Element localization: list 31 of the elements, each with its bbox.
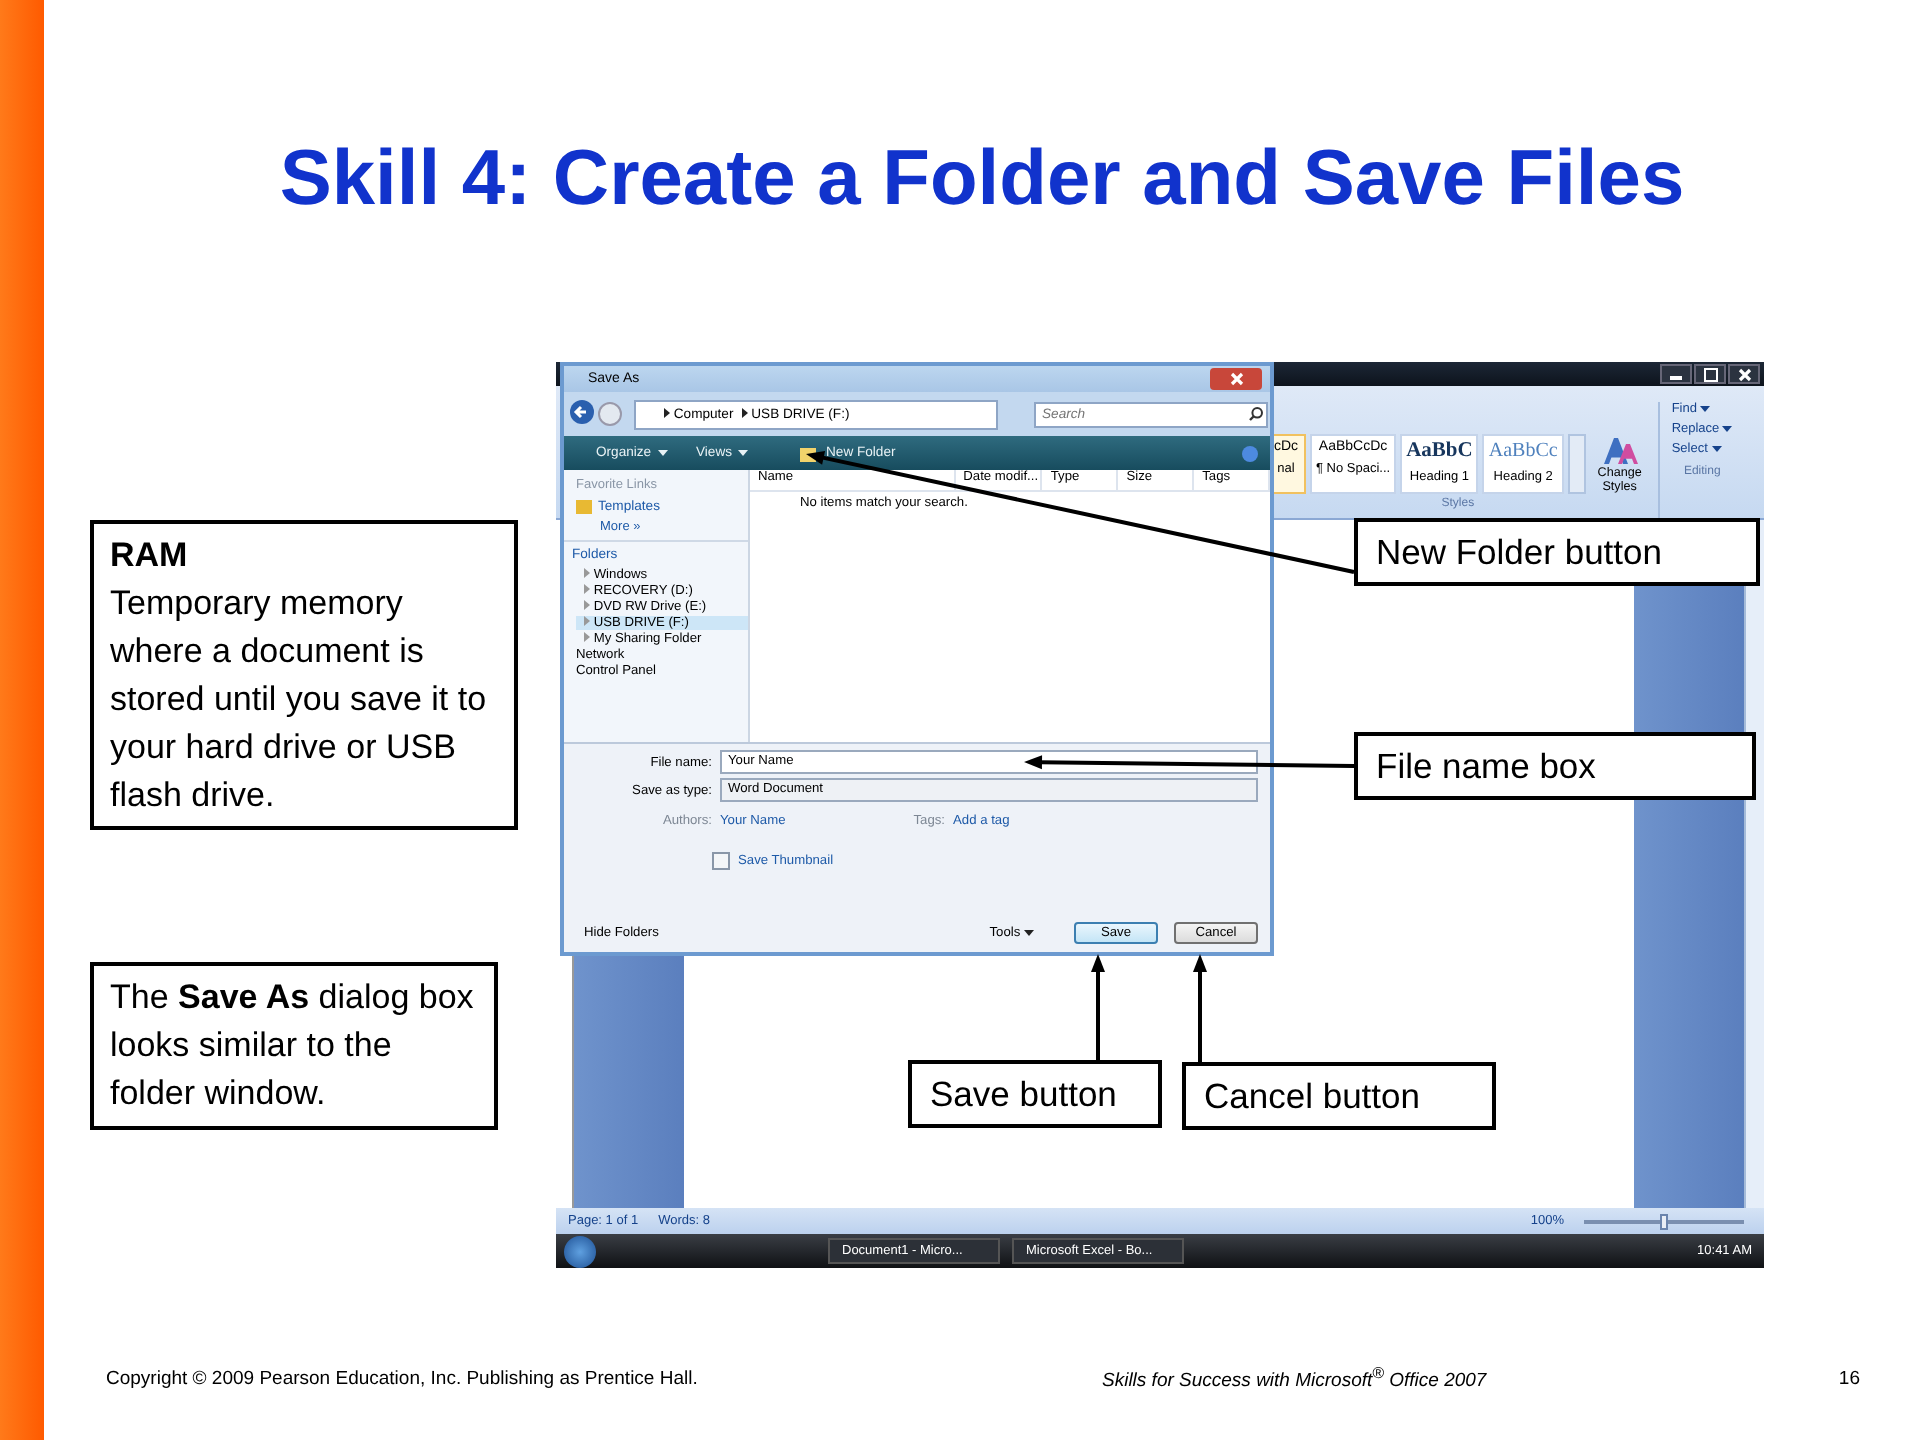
- slide-title: Skill 4: Create a Folder and Save Files: [277, 136, 1687, 224]
- folder-icon: [576, 498, 592, 514]
- caret-icon: [1024, 930, 1034, 936]
- note-box: RAM Temporary memory where a document is stored until you save it to your hard drive or USB flash drive.: [90, 520, 518, 830]
- minimize-icon[interactable]: [1660, 364, 1692, 384]
- callout-label: File name box: [1354, 732, 1756, 800]
- chevron-icon: [664, 407, 670, 417]
- callout-label: Cancel button: [1182, 1062, 1496, 1130]
- callout-arrow: [1091, 954, 1105, 1060]
- callout-arrow: [1193, 954, 1207, 1062]
- note-box: The Save As dialog box looks similar to the folder window.: [90, 962, 498, 1130]
- back-button[interactable]: [570, 400, 594, 428]
- close-button[interactable]: [1728, 364, 1760, 384]
- caret-icon: [1722, 426, 1733, 432]
- caret-icon: [1711, 446, 1722, 452]
- page-number: 16: [1838, 1367, 1860, 1390]
- caret-icon: [738, 450, 749, 456]
- start-button[interactable]: [564, 1235, 596, 1267]
- caret-icon: [657, 450, 668, 456]
- callout-label: New Folder button: [1354, 518, 1760, 586]
- restore-icon[interactable]: [1694, 364, 1726, 384]
- chevron-icon: [741, 407, 748, 417]
- callout-label: Save button: [908, 1060, 1162, 1128]
- zoom-slider-thumb[interactable]: [1660, 1213, 1668, 1229]
- close-icon: [1737, 367, 1751, 381]
- letters-icon: [1601, 434, 1638, 466]
- close-icon: [1229, 372, 1243, 386]
- copyright-text: Copyright © 2009 Pearson Education, Inc. Publishing as Prentice Hall.: [106, 1367, 700, 1390]
- checkbox[interactable]: [712, 852, 730, 870]
- caret-icon: [1700, 406, 1711, 412]
- book-title: Skills for Success with Microsoft$^{®}$ Office 2007: [1102, 1364, 1487, 1393]
